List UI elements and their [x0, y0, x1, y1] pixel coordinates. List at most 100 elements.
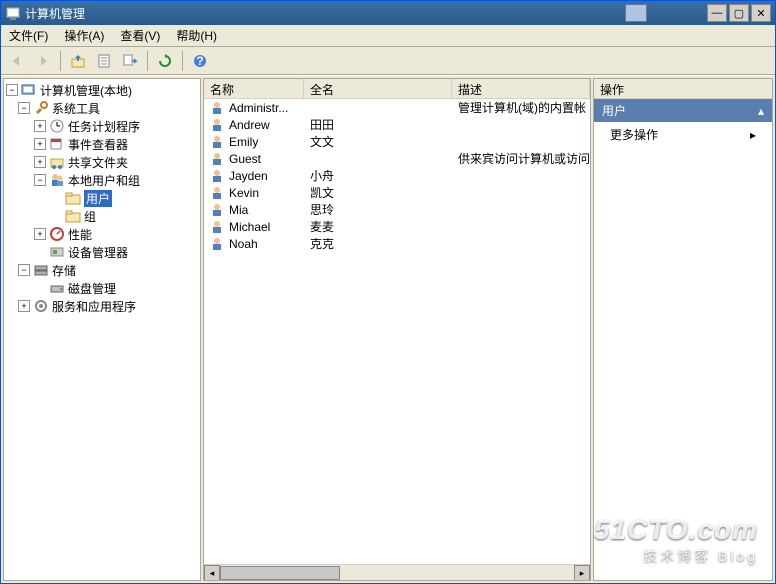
users-icon — [49, 172, 65, 188]
svg-text:?: ? — [196, 54, 203, 68]
device-icon — [49, 244, 65, 260]
tools-icon — [33, 100, 49, 116]
separator — [60, 51, 61, 71]
expand-icon[interactable]: + — [34, 228, 46, 240]
action-group-header[interactable]: 用户 ▴ — [594, 99, 772, 122]
action-more[interactable]: 更多操作 ▸ — [594, 122, 772, 147]
services-icon — [33, 298, 49, 314]
tree-devmgr[interactable]: 设备管理器 — [6, 243, 198, 261]
cell-name: Emily — [229, 135, 258, 149]
cell-desc: 供来宾访问计算机或访问 — [452, 150, 590, 167]
cell-fullname: 田田 — [304, 116, 452, 133]
collapse-icon[interactable]: − — [18, 264, 30, 276]
chevron-right-icon: ▸ — [750, 128, 756, 142]
expand-icon[interactable]: + — [34, 156, 46, 168]
collapse-icon[interactable]: − — [34, 174, 46, 186]
cell-fullname: 思玲 — [304, 201, 452, 218]
help-button[interactable]: ? — [188, 49, 212, 73]
menu-help[interactable]: 帮助(H) — [172, 25, 221, 46]
app-icon — [5, 5, 21, 21]
tree-perf[interactable]: + 性能 — [6, 225, 198, 243]
cell-fullname: 文文 — [304, 133, 452, 150]
cell-name: Guest — [229, 152, 261, 166]
tree-storage[interactable]: − 存储 — [6, 261, 198, 279]
forward-button[interactable] — [31, 49, 55, 73]
properties-button[interactable] — [92, 49, 116, 73]
minimize-button[interactable]: — — [707, 4, 727, 22]
cell-name: Mia — [229, 203, 248, 217]
col-name[interactable]: 名称 — [204, 79, 304, 98]
menu-action[interactable]: 操作(A) — [60, 25, 108, 46]
clock-icon — [49, 118, 65, 134]
list-row[interactable]: Mia 思玲 — [204, 201, 590, 218]
action-pane: 操作 用户 ▴ 更多操作 ▸ — [593, 78, 773, 581]
expand-icon[interactable]: + — [18, 300, 30, 312]
collapse-icon[interactable]: − — [18, 102, 30, 114]
collapse-arrow-icon: ▴ — [758, 104, 764, 118]
col-desc[interactable]: 描述 — [452, 79, 590, 98]
collapse-icon[interactable]: − — [6, 84, 18, 96]
horizontal-scrollbar[interactable]: ◂ ▸ — [204, 564, 590, 580]
user-icon — [210, 101, 226, 115]
cell-fullname: 小舟 — [304, 167, 452, 184]
list-header: 名称 全名 描述 — [204, 79, 590, 99]
tree-taskscheduler[interactable]: + 任务计划程序 — [6, 117, 198, 135]
list-row[interactable]: Noah克克 — [204, 235, 590, 252]
list-row[interactable]: Guest 供来宾访问计算机或访问 — [204, 150, 590, 167]
scroll-left-button[interactable]: ◂ — [204, 565, 220, 581]
tree-groups[interactable]: 组 — [6, 207, 198, 225]
menu-view[interactable]: 查看(V) — [116, 25, 164, 46]
tree-diskmgmt[interactable]: 磁盘管理 — [6, 279, 198, 297]
user-icon — [210, 152, 226, 166]
event-icon — [49, 136, 65, 152]
back-button[interactable] — [5, 49, 29, 73]
close-button[interactable]: ✕ — [751, 4, 771, 22]
cell-name: Jayden — [229, 169, 268, 183]
list-row[interactable]: Kevin凯文 — [204, 184, 590, 201]
expand-icon[interactable]: + — [34, 138, 46, 150]
list-row[interactable]: Administr...管理计算机(域)的内置帐 — [204, 99, 590, 116]
tree-root[interactable]: − 计算机管理(本地) — [6, 81, 198, 99]
up-level-button[interactable] — [66, 49, 90, 73]
title-text: 计算机管理 — [25, 5, 625, 22]
list-row[interactable]: Jayden 小舟 — [204, 167, 590, 184]
tree-systools[interactable]: − 系统工具 — [6, 99, 198, 117]
list-pane: 名称 全名 描述 Administr...管理计算机(域)的内置帐Andrew田… — [203, 78, 591, 581]
folder-icon — [65, 208, 81, 224]
tree-localusers[interactable]: − 本地用户和组 — [6, 171, 198, 189]
cell-fullname: 凯文 — [304, 184, 452, 201]
tree-eventviewer[interactable]: + 事件查看器 — [6, 135, 198, 153]
menu-file[interactable]: 文件(F) — [5, 25, 52, 46]
export-button[interactable] — [118, 49, 142, 73]
action-header: 操作 — [594, 79, 772, 99]
maximize-button[interactable]: ▢ — [729, 4, 749, 22]
list-row[interactable]: Michael 麦麦 — [204, 218, 590, 235]
user-icon — [210, 203, 226, 217]
col-fullname[interactable]: 全名 — [304, 79, 452, 98]
separator — [147, 51, 148, 71]
disk-icon — [49, 280, 65, 296]
cell-name: Noah — [229, 237, 258, 251]
list-row[interactable]: Emily 文文 — [204, 133, 590, 150]
storage-icon — [33, 262, 49, 278]
user-icon — [210, 220, 226, 234]
refresh-button[interactable] — [153, 49, 177, 73]
mdi-restore-icon[interactable] — [625, 4, 647, 22]
perf-icon — [49, 226, 65, 242]
tree-pane[interactable]: − 计算机管理(本地) − 系统工具 + 任务计划程序 + 事件查看器 + — [3, 78, 201, 581]
cell-name: Michael — [229, 220, 270, 234]
user-icon — [210, 186, 226, 200]
content-area: − 计算机管理(本地) − 系统工具 + 任务计划程序 + 事件查看器 + — [1, 75, 775, 583]
user-icon — [210, 237, 226, 251]
cell-fullname: 麦麦 — [304, 218, 452, 235]
scroll-right-button[interactable]: ▸ — [574, 565, 590, 581]
tree-sharedfolders[interactable]: + 共享文件夹 — [6, 153, 198, 171]
title-bar: 计算机管理 — ▢ ✕ — [1, 1, 775, 25]
list-row[interactable]: Andrew田田 — [204, 116, 590, 133]
tree-services[interactable]: + 服务和应用程序 — [6, 297, 198, 315]
expand-icon[interactable]: + — [34, 120, 46, 132]
user-icon — [210, 135, 226, 149]
scroll-thumb[interactable] — [220, 566, 340, 580]
list-body[interactable]: Administr...管理计算机(域)的内置帐Andrew田田Emily文文G… — [204, 99, 590, 564]
tree-users[interactable]: 用户 — [6, 189, 198, 207]
